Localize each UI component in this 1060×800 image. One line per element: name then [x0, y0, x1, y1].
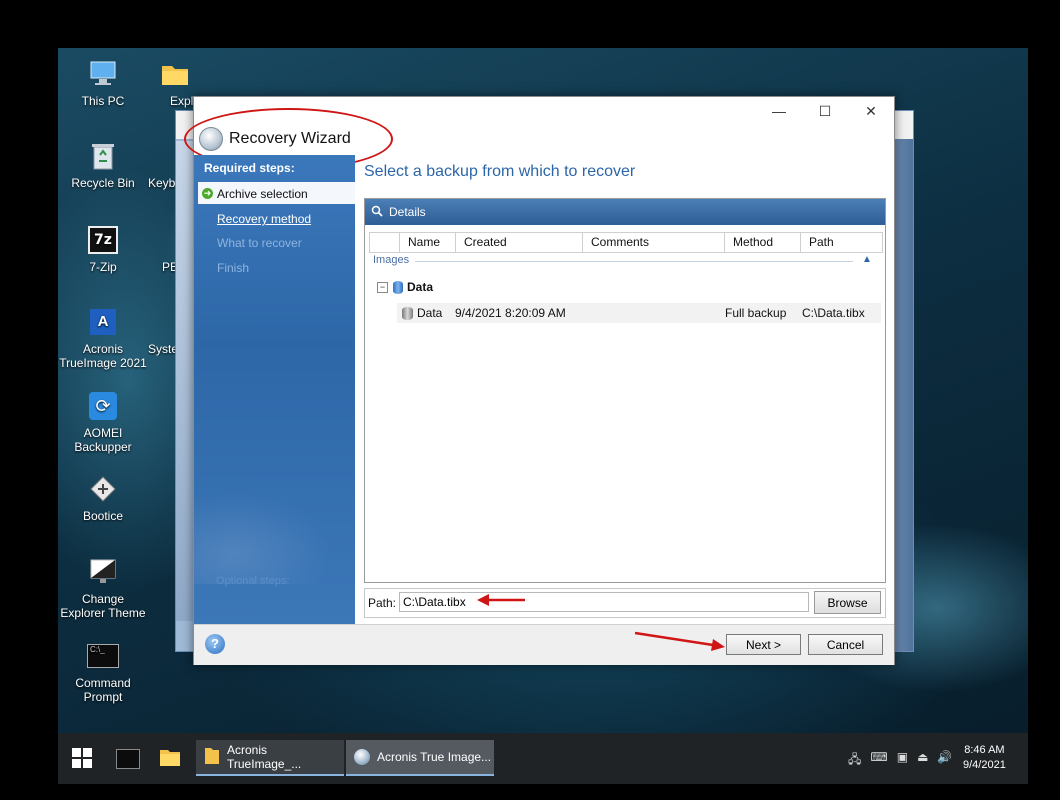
desktop-icon-label: Command Prompt: [75, 676, 131, 704]
desktop-icon-aomei[interactable]: ⟳ AOMEI Backupper: [58, 390, 148, 454]
desktop-icon-label: 7-Zip: [89, 260, 117, 274]
windows-logo-icon: [72, 748, 92, 768]
maximize-button[interactable]: ☐: [802, 97, 848, 125]
wizard-footer: ? Next > Cancel: [194, 624, 894, 665]
column-created[interactable]: Created: [456, 233, 583, 252]
required-steps-header: Required steps:: [204, 161, 295, 175]
desktop-icon-label: Recycle Bin: [71, 176, 135, 190]
taskbar-app-acronis-folder[interactable]: Acronis TrueImage_...: [196, 740, 344, 776]
folder-icon: [204, 747, 220, 768]
computer-icon: [87, 58, 119, 90]
step-finish: Finish: [217, 261, 250, 275]
system-tray: 🖧 ⌨ ▣ ⏏ 🔊: [848, 750, 952, 771]
column-spacer: [370, 233, 400, 252]
close-button[interactable]: ✕: [848, 97, 894, 125]
window-controls: — ☐ ✕: [756, 97, 894, 125]
folder-icon: [159, 58, 191, 90]
background-window-strip: [176, 141, 194, 621]
network-icon[interactable]: 🖧: [848, 750, 861, 771]
column-method[interactable]: Method: [725, 233, 801, 252]
keyboard-icon[interactable]: ⌨: [870, 750, 887, 771]
tree-collapse-icon[interactable]: −: [377, 281, 388, 293]
step-recovery-method[interactable]: Recovery method: [217, 212, 311, 226]
start-button[interactable]: [72, 748, 92, 771]
recycle-bin-icon: [87, 140, 119, 172]
desktop-icon-acronis[interactable]: A Acronis TrueImage 2021: [58, 306, 148, 370]
minimize-button[interactable]: —: [756, 97, 802, 125]
acronis-icon: A: [87, 306, 119, 338]
taskbar-app-acronis-true-image[interactable]: Acronis True Image...: [346, 740, 494, 776]
images-divider: [415, 261, 853, 262]
usb-icon[interactable]: ⏏: [917, 750, 928, 771]
desktop-icon-label: AOMEI Backupper: [74, 426, 132, 454]
path-bar: Path: Browse: [364, 588, 886, 618]
clock-date: 9/4/2021: [963, 759, 1006, 771]
clock[interactable]: 8:46 AM 9/4/2021: [963, 743, 1006, 773]
details-title: Details: [389, 205, 426, 219]
taskbar-cmd-icon[interactable]: [116, 747, 140, 769]
desktop-icon-label: This PC: [81, 94, 125, 108]
group-row-data[interactable]: − Data: [377, 280, 433, 294]
path-label: Path:: [368, 596, 397, 610]
volume-icon[interactable]: 🔊: [937, 750, 952, 771]
acronis-disc-icon: [354, 749, 370, 765]
aomei-icon: ⟳: [87, 390, 119, 422]
cmd-icon: C:\_: [87, 640, 119, 672]
browse-button[interactable]: Browse: [814, 591, 881, 614]
desktop-icon-label: Bootice: [82, 509, 124, 523]
page-heading: Select a backup from which to recover: [364, 163, 636, 180]
row-created: 9/4/2021 8:20:09 AM: [455, 306, 566, 320]
step-archive-selection[interactable]: Archive selection: [217, 187, 308, 201]
details-panel: Details Name Created Comments Method Pat…: [364, 198, 886, 583]
desktop-icon-command-prompt[interactable]: C:\_ Command Prompt: [58, 640, 148, 704]
clock-time: 8:46 AM: [964, 744, 1005, 756]
column-name[interactable]: Name: [400, 233, 456, 252]
taskbar-app-label: Acronis TrueImage_...: [227, 743, 302, 771]
desktop-icon-label: Acronis TrueImage 2021: [59, 342, 147, 370]
row-path: C:\Data.tibx: [802, 306, 865, 320]
desktop-icon-bootice[interactable]: Bootice: [58, 473, 148, 523]
path-annotation-arrow: [477, 594, 525, 606]
background-window-scrollbar: [893, 139, 913, 651]
desktop-icon-this-pc[interactable]: This PC: [58, 58, 148, 108]
cancel-button[interactable]: Cancel: [808, 634, 883, 655]
desktop-icon-7zip[interactable]: 7z 7-Zip: [58, 224, 148, 274]
taskbar-app-label: Acronis True Image...: [377, 750, 492, 764]
taskbar-explorer-icon[interactable]: [159, 747, 181, 769]
wizard-sidebar: Required steps: ➜ Archive selection Reco…: [194, 155, 355, 624]
display-icon[interactable]: ▣: [897, 750, 908, 771]
help-icon[interactable]: ?: [205, 634, 225, 654]
bootice-icon: [87, 473, 119, 505]
details-header[interactable]: Details: [365, 199, 885, 225]
monitor-icon: [87, 556, 119, 588]
desktop-icon-label: Change Explorer Theme: [60, 592, 146, 620]
column-comments[interactable]: Comments: [583, 233, 725, 252]
column-path[interactable]: Path: [801, 233, 880, 252]
next-button[interactable]: Next >: [726, 634, 801, 655]
row-method: Full backup: [725, 306, 787, 320]
collapse-chevron-icon[interactable]: ▲: [862, 254, 872, 265]
sidebar-decoration: [194, 404, 355, 584]
group-label: Data: [407, 280, 434, 294]
next-annotation-arrow: [634, 631, 725, 651]
optional-steps-header: Optional steps:: [216, 575, 290, 587]
desktop-icon-change-explorer-theme[interactable]: Change Explorer Theme: [58, 556, 148, 620]
database-icon: [393, 280, 403, 294]
7zip-icon: 7z: [87, 224, 119, 256]
step-what-to-recover: What to recover: [217, 236, 302, 250]
desktop-icon-recycle-bin[interactable]: Recycle Bin: [58, 140, 148, 190]
recovery-wizard-window: — ☐ ✕ Recovery Wizard Required steps: ➜ …: [184, 96, 895, 665]
row-name: Data: [417, 306, 443, 320]
table-row[interactable]: Data 9/4/2021 8:20:09 AM Full backup C:\…: [397, 303, 881, 323]
details-icon: [371, 205, 383, 220]
taskbar: Acronis TrueImage_... Acronis True Image…: [58, 733, 1028, 784]
current-step-arrow-icon: ➜: [202, 188, 213, 199]
grid-header: Name Created Comments Method Path: [369, 232, 883, 253]
backup-archive-icon: [402, 306, 413, 320]
path-input[interactable]: [399, 592, 809, 612]
images-section-label: Images: [373, 254, 410, 266]
